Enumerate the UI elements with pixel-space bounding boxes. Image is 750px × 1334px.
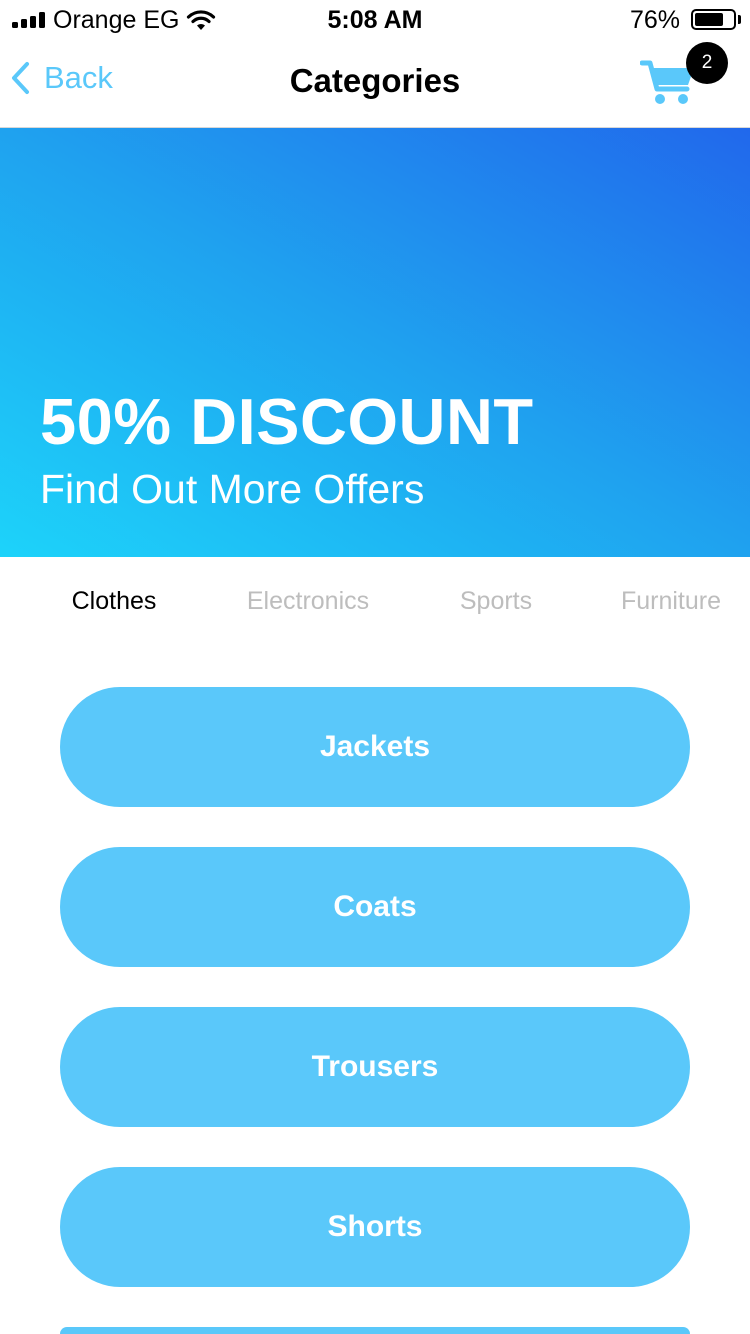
banner-headline: 50% DISCOUNT <box>40 385 534 458</box>
banner-subtitle: Find Out More Offers <box>40 466 425 512</box>
tab-electronics[interactable]: Electronics <box>247 587 369 616</box>
subcategory-button-trousers[interactable]: Trousers <box>60 1007 690 1127</box>
tab-furniture[interactable]: Furniture <box>621 587 721 616</box>
status-bar: Orange EG 5:08 AM 76% <box>0 0 750 42</box>
subcategory-button-jackets[interactable]: Jackets <box>60 687 690 807</box>
battery-percent: 76% <box>629 6 680 34</box>
tab-sports[interactable]: Sports <box>460 587 532 616</box>
category-tabs: Clothes Electronics Sports Furniture <box>0 557 750 647</box>
subcategory-button-shorts[interactable]: Shorts <box>60 1167 690 1287</box>
subcategory-button-coats[interactable]: Coats <box>60 847 690 967</box>
battery-level <box>695 13 723 26</box>
tab-clothes[interactable]: Clothes <box>72 587 157 616</box>
cart-badge: 2 <box>686 42 728 84</box>
page-title: Categories <box>289 62 461 99</box>
battery-icon <box>691 9 736 30</box>
navigation-bar: Back Categories 2 <box>0 42 750 128</box>
promo-banner[interactable]: 50% DISCOUNT Find Out More Offers <box>0 128 750 557</box>
subcategory-button-partial[interactable] <box>60 1327 690 1334</box>
battery-cap <box>738 15 741 24</box>
